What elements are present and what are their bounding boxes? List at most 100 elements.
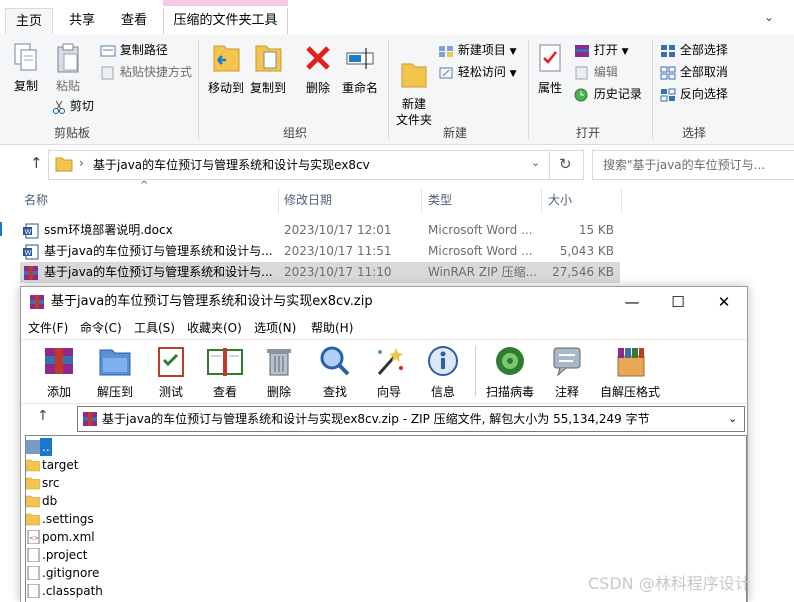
column-separator bbox=[421, 188, 422, 214]
group-label-open: 打开 bbox=[576, 126, 601, 140]
file-name: 基于java的车位预订与管理系统和设计与... bbox=[44, 244, 273, 258]
sfx-button[interactable]: 自解压格式 bbox=[595, 344, 665, 400]
close-button[interactable]: ✕ bbox=[701, 287, 747, 317]
folder-icon bbox=[55, 157, 73, 172]
winrar-path-row: ↑ 基于java的车位预订与管理系统和设计与实现ex8cv.zip - ZIP … bbox=[21, 403, 747, 434]
xml-file-icon: <> bbox=[27, 530, 40, 544]
extract-to-button[interactable]: 解压到 bbox=[87, 344, 143, 400]
history-button[interactable]: 历史记录 bbox=[574, 84, 642, 104]
tab-compressed-folder-tools[interactable]: 压缩的文件夹工具 bbox=[163, 8, 288, 34]
rename-icon bbox=[346, 48, 374, 69]
svg-text:<>: <> bbox=[29, 535, 39, 542]
delete-button[interactable]: 删除 bbox=[298, 42, 338, 96]
column-header-type[interactable]: 类型 bbox=[428, 188, 452, 212]
ribbon-collapse-icon[interactable]: ⌄ bbox=[764, 10, 774, 24]
tab-share[interactable]: 共享 bbox=[60, 8, 104, 34]
add-button[interactable]: 添加 bbox=[31, 344, 87, 400]
sort-up-icon: ^ bbox=[140, 180, 149, 191]
group-separator bbox=[198, 40, 199, 140]
entry-name: .gitignore bbox=[42, 566, 100, 580]
maximize-button[interactable]: ☐ bbox=[655, 287, 701, 317]
address-bar[interactable]: › 基于java的车位预订与管理系统和设计与实现ex8cv ⌄ ↻ bbox=[48, 150, 584, 180]
group-label-organize: 组织 bbox=[283, 126, 308, 140]
extract-to-label: 解压到 bbox=[96, 385, 133, 399]
open-label: 打开 bbox=[593, 43, 618, 57]
entry-name: .settings bbox=[42, 512, 94, 526]
list-item[interactable]: .. bbox=[26, 438, 52, 456]
winrar-up-arrow-icon[interactable]: ↑ bbox=[37, 408, 49, 424]
folder-icon bbox=[26, 495, 40, 508]
view-button[interactable]: 查看 bbox=[197, 344, 253, 400]
winrar-title-bar[interactable]: 基于java的车位预订与管理系统和设计与实现ex8cv.zip — ☐ ✕ bbox=[21, 287, 747, 317]
entry-name: target bbox=[42, 458, 79, 472]
menu-help[interactable]: 帮助(H) bbox=[311, 317, 353, 339]
paste-shortcut-button[interactable]: 粘贴快捷方式 bbox=[100, 62, 192, 82]
test-button[interactable]: 测试 bbox=[143, 344, 199, 400]
ribbon: 复制 粘贴 复制路径 粘贴快捷方式 剪切 剪贴板 移动到 复制到 删除 重命名 … bbox=[0, 34, 794, 145]
sfx-label: 自解压格式 bbox=[599, 385, 660, 399]
copy-path-button[interactable]: 复制路径 bbox=[100, 40, 168, 60]
comment-button[interactable]: 注释 bbox=[539, 344, 595, 400]
address-dropdown-icon[interactable]: ⌄ bbox=[531, 156, 540, 169]
refresh-icon[interactable]: ↻ bbox=[559, 155, 572, 173]
edit-icon bbox=[575, 66, 588, 79]
svg-text:W: W bbox=[25, 249, 32, 257]
minimize-button[interactable]: — bbox=[609, 287, 655, 317]
group-separator bbox=[528, 40, 529, 140]
easy-access-button[interactable]: 轻松访问 ▼ bbox=[438, 62, 517, 82]
column-header-date[interactable]: 修改日期 bbox=[284, 188, 332, 212]
file-row-selected[interactable]: 基于java的车位预订与管理系统和设计与... 2023/10/17 11:10… bbox=[20, 262, 620, 283]
folder-icon bbox=[26, 477, 40, 490]
select-none-label: 全部取消 bbox=[679, 65, 728, 79]
info-button[interactable]: 信息 bbox=[415, 344, 471, 400]
select-none-button[interactable]: 全部取消 bbox=[660, 62, 728, 82]
view-label: 查看 bbox=[212, 385, 237, 399]
winrar-path-combobox[interactable]: 基于java的车位预订与管理系统和设计与实现ex8cv.zip - ZIP 压缩… bbox=[77, 406, 745, 432]
file-row[interactable]: W 基于java的车位预订与管理系统和设计与... 2023/10/17 11:… bbox=[20, 241, 620, 262]
address-row: ↑ › 基于java的车位预订与管理系统和设计与实现ex8cv ⌄ ↻ 搜索"基… bbox=[0, 150, 794, 180]
search-input[interactable]: 搜索"基于java的车位预订与... bbox=[592, 150, 794, 180]
column-header-size[interactable]: 大小 bbox=[548, 188, 572, 212]
open-button[interactable]: 打开 ▼ bbox=[574, 40, 629, 60]
group-label-clipboard: 剪贴板 bbox=[54, 126, 91, 140]
path-dropdown-icon[interactable]: ⌄ bbox=[728, 407, 737, 431]
properties-button[interactable]: 属性 bbox=[532, 42, 568, 96]
invert-selection-button[interactable]: 反向选择 bbox=[660, 84, 728, 104]
wizard-button[interactable]: 向导 bbox=[361, 344, 417, 400]
move-to-button[interactable]: 移动到 bbox=[206, 42, 246, 96]
tab-home[interactable]: 主页 bbox=[5, 8, 53, 36]
select-all-button[interactable]: 全部选择 bbox=[660, 40, 728, 60]
edit-button[interactable]: 编辑 bbox=[574, 62, 618, 82]
entry-name: .classpath bbox=[42, 584, 103, 598]
trash-can-icon bbox=[267, 349, 291, 376]
scan-virus-button[interactable]: 扫描病毒 bbox=[479, 344, 541, 400]
file-row[interactable]: W ssm环境部署说明.docx 2023/10/17 12:01 Micros… bbox=[20, 220, 620, 241]
copy-label: 复制 bbox=[13, 79, 38, 93]
menu-file[interactable]: 文件(F) bbox=[28, 317, 68, 339]
info-label: 信息 bbox=[430, 385, 455, 399]
nav-pane-edge bbox=[0, 222, 22, 236]
column-header-name[interactable]: 名称 bbox=[24, 188, 48, 212]
tab-view[interactable]: 查看 bbox=[112, 8, 156, 34]
copy-to-button[interactable]: 复制到 bbox=[248, 42, 288, 96]
menu-options[interactable]: 选项(N) bbox=[254, 317, 296, 339]
breadcrumb-path[interactable]: 基于java的车位预订与管理系统和设计与实现ex8cv bbox=[93, 156, 370, 173]
new-folder-button[interactable]: 新建 文件夹 bbox=[392, 42, 436, 144]
menu-tools[interactable]: 工具(S) bbox=[134, 317, 175, 339]
new-item-button[interactable]: 新建项目 ▼ bbox=[438, 40, 517, 60]
toolbar-delete-button[interactable]: 删除 bbox=[251, 344, 307, 400]
paste-button[interactable]: 粘贴 bbox=[48, 42, 88, 94]
column-separator bbox=[541, 188, 542, 214]
find-button[interactable]: 查找 bbox=[307, 344, 363, 400]
rename-button[interactable]: 重命名 bbox=[340, 42, 380, 96]
file-size: 27,546 KB bbox=[552, 265, 614, 279]
new-folder-label: 新建 文件夹 bbox=[395, 97, 432, 127]
copy-button[interactable]: 复制 bbox=[6, 42, 46, 94]
context-tab-highlight bbox=[163, 0, 288, 6]
menu-favorites[interactable]: 收藏夹(O) bbox=[187, 317, 242, 339]
cut-button[interactable]: 剪切 bbox=[52, 96, 94, 116]
parent-folder-icon bbox=[26, 440, 40, 454]
menu-commands[interactable]: 命令(C) bbox=[80, 317, 122, 339]
up-arrow-icon[interactable]: ↑ bbox=[30, 154, 43, 172]
entry-name: .. bbox=[40, 438, 52, 456]
